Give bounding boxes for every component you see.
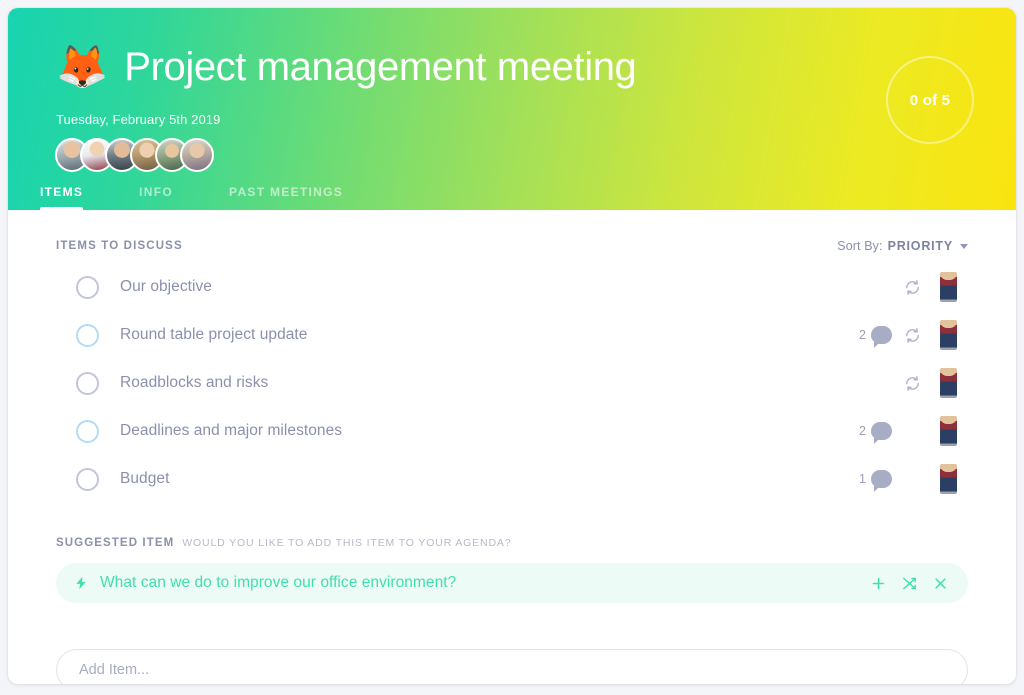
items-section-header: ITEMS TO DISCUSS Sort By: PRIORITY bbox=[56, 210, 968, 253]
sort-by-dropdown[interactable]: Sort By: PRIORITY bbox=[837, 239, 968, 253]
comment-count: 2 bbox=[859, 328, 866, 342]
assignee-slot bbox=[928, 416, 968, 446]
meeting-card: 🦊 Project management meeting Tuesday, Fe… bbox=[8, 8, 1016, 684]
comment-slot: 1 bbox=[850, 470, 896, 492]
item-meta: 2 bbox=[850, 320, 968, 350]
item-label: Deadlines and major milestones bbox=[120, 422, 343, 439]
item-meta bbox=[850, 272, 968, 302]
plus-icon[interactable] bbox=[871, 576, 886, 591]
table-row[interactable]: Roadblocks and risks bbox=[56, 359, 968, 407]
item-label: Budget bbox=[120, 470, 170, 487]
sort-by-value: PRIORITY bbox=[887, 239, 953, 253]
table-row[interactable]: Our objective bbox=[56, 263, 968, 311]
item-checkbox[interactable] bbox=[76, 371, 99, 395]
item-label: Round table project update bbox=[120, 326, 308, 343]
chevron-down-icon bbox=[960, 243, 968, 249]
item-meta bbox=[850, 368, 968, 398]
avatar[interactable] bbox=[939, 272, 957, 302]
meeting-body: ITEMS TO DISCUSS Sort By: PRIORITY Our o… bbox=[8, 210, 1016, 684]
tab-past-meetings[interactable]: PAST MEETINGS bbox=[229, 185, 343, 210]
item-meta: 2 bbox=[850, 416, 968, 446]
add-item-input[interactable] bbox=[56, 649, 968, 684]
assignee-slot bbox=[928, 272, 968, 302]
suggested-item-actions bbox=[871, 576, 948, 591]
tab-info[interactable]: INFO bbox=[139, 185, 173, 210]
comment-slot: 2 bbox=[850, 422, 896, 444]
tab-past-meetings-label: PAST MEETINGS bbox=[229, 185, 344, 199]
comment-count-button[interactable]: 2 bbox=[859, 326, 892, 348]
suggested-item-row[interactable]: What can we do to improve our office env… bbox=[56, 563, 968, 603]
comment-bubble-icon bbox=[871, 326, 892, 348]
item-checkbox[interactable] bbox=[76, 467, 99, 491]
tab-info-label: INFO bbox=[139, 185, 174, 199]
item-meta: 1 bbox=[850, 464, 968, 494]
recurring-slot bbox=[896, 375, 928, 392]
avatar[interactable] bbox=[180, 138, 214, 172]
progress-counter-text: 0 of 5 bbox=[909, 91, 951, 109]
lightning-bolt-icon bbox=[76, 576, 86, 590]
comment-count: 2 bbox=[859, 424, 866, 438]
tab-items-label: ITEMS bbox=[40, 185, 84, 199]
close-icon[interactable] bbox=[933, 576, 948, 591]
avatar[interactable] bbox=[939, 464, 957, 494]
table-row[interactable]: Budget 1 bbox=[56, 455, 968, 503]
recurring-icon[interactable] bbox=[904, 375, 921, 392]
item-checkbox[interactable] bbox=[76, 275, 99, 299]
suggested-item-subtitle: WOULD YOU LIKE TO ADD THIS ITEM TO YOUR … bbox=[182, 537, 512, 549]
comment-count-button[interactable]: 2 bbox=[859, 422, 892, 444]
assignee-slot bbox=[928, 320, 968, 350]
recurring-icon[interactable] bbox=[904, 279, 921, 296]
recurring-slot bbox=[896, 327, 928, 344]
meeting-date: Tuesday, February 5th 2019 bbox=[56, 112, 221, 127]
fox-emoji-icon: 🦊 bbox=[56, 43, 109, 90]
comment-count: 1 bbox=[859, 472, 866, 486]
progress-counter-ring: 0 of 5 bbox=[886, 56, 974, 144]
comment-count-button[interactable]: 1 bbox=[859, 470, 892, 492]
avatar[interactable] bbox=[939, 416, 957, 446]
assignee-slot bbox=[928, 368, 968, 398]
item-label: Our objective bbox=[120, 278, 212, 295]
item-checkbox[interactable] bbox=[76, 323, 99, 347]
tab-bar: ITEMS INFO PAST MEETINGS bbox=[40, 185, 399, 210]
comment-bubble-icon bbox=[871, 470, 892, 492]
comment-bubble-icon bbox=[871, 422, 892, 444]
table-row[interactable]: Deadlines and major milestones 2 bbox=[56, 407, 968, 455]
avatar[interactable] bbox=[939, 368, 957, 398]
meeting-title-row: 🦊 Project management meeting bbox=[56, 43, 637, 90]
page-title: Project management meeting bbox=[124, 45, 637, 89]
avatar[interactable] bbox=[939, 320, 957, 350]
items-list: Our objective Round table project update… bbox=[56, 263, 968, 503]
sort-by-label: Sort By: bbox=[837, 239, 883, 253]
suggested-item-text: What can we do to improve our office env… bbox=[100, 574, 457, 591]
suggested-item-header: SUGGESTED ITEM WOULD YOU LIKE TO ADD THI… bbox=[56, 537, 968, 549]
participant-avatar-stack[interactable] bbox=[55, 138, 214, 172]
suggested-item-title: SUGGESTED ITEM bbox=[56, 537, 175, 549]
meeting-header: 🦊 Project management meeting Tuesday, Fe… bbox=[8, 8, 1016, 210]
comment-slot: 2 bbox=[850, 326, 896, 348]
recurring-icon[interactable] bbox=[904, 327, 921, 344]
tab-items[interactable]: ITEMS bbox=[40, 185, 84, 210]
item-checkbox[interactable] bbox=[76, 419, 99, 443]
table-row[interactable]: Round table project update 2 bbox=[56, 311, 968, 359]
items-section-title: ITEMS TO DISCUSS bbox=[56, 240, 183, 252]
assignee-slot bbox=[928, 464, 968, 494]
shuffle-icon[interactable] bbox=[902, 576, 917, 591]
recurring-slot bbox=[896, 279, 928, 296]
item-label: Roadblocks and risks bbox=[120, 374, 269, 391]
